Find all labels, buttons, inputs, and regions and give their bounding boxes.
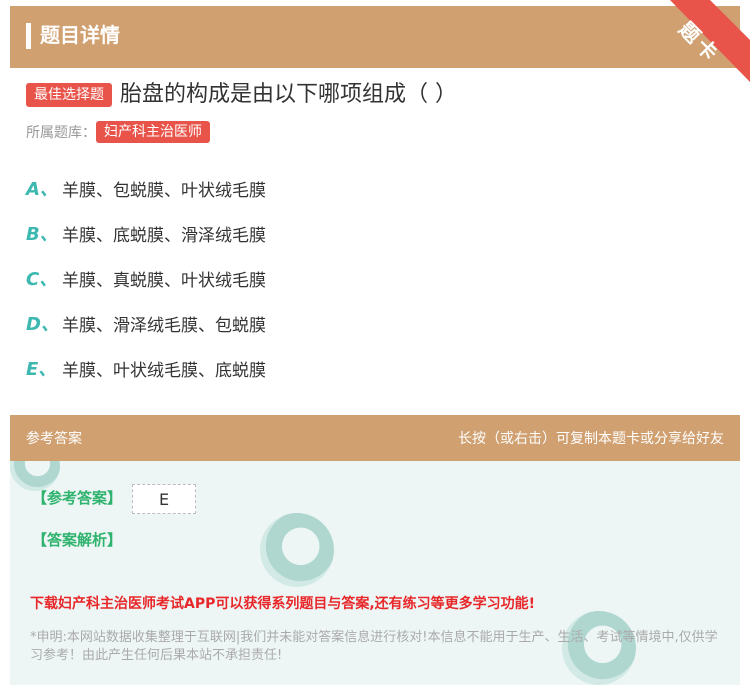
option-letter: E、 (26, 359, 57, 380)
option-text: 羊膜、底蜕膜、滑泽绒毛膜 (62, 225, 266, 246)
answer-value-box: E (132, 484, 196, 514)
option-text: 羊膜、真蜕膜、叶状绒毛膜 (62, 270, 266, 291)
share-hint: 长按（或右击）可复制本题卡或分享给好友 (458, 431, 724, 447)
option-b[interactable]: B、 羊膜、底蜕膜、滑泽绒毛膜 (26, 220, 266, 246)
answer-value: E (158, 489, 170, 509)
answer-section-title: 参考答案 (26, 431, 82, 447)
option-text: 羊膜、叶状绒毛膜、底蜕膜 (62, 360, 266, 381)
option-text: 羊膜、滑泽绒毛膜、包蜕膜 (62, 315, 266, 336)
question-text: 胎盘的构成是由以下哪项组成（ ） (120, 82, 457, 107)
disclaimer-text: *申明:本网站数据收集整理于互联网|我们并未能对答案信息进行核对!本信息不能用于… (30, 630, 718, 663)
option-c[interactable]: C、 羊膜、真蜕膜、叶状绒毛膜 (26, 265, 266, 291)
option-a[interactable]: A、 羊膜、包蜕膜、叶状绒毛膜 (26, 175, 266, 201)
answer-section-body: 【参考答案】 E 【答案解析】 下载妇产科主治医师考试APP可以获得系列题目与答… (10, 461, 740, 685)
app-promo-link[interactable]: 下载妇产科主治医师考试APP可以获得系列题目与答案,还有练习等更多学习功能! (30, 593, 535, 613)
option-d[interactable]: D、 羊膜、滑泽绒毛膜、包蜕膜 (26, 310, 266, 336)
answer-section-header: 参考答案 长按（或右击）可复制本题卡或分享给好友 (10, 415, 740, 461)
question-row: 最佳选择题 胎盘的构成是由以下哪项组成（ ） (26, 80, 457, 110)
watermark-logo (260, 513, 334, 587)
question-type-tag: 最佳选择题 (26, 83, 112, 107)
bank-label: 所属题库： (26, 125, 96, 141)
option-e[interactable]: E、 羊膜、叶状绒毛膜、底蜕膜 (26, 355, 266, 381)
option-letter: A、 (26, 179, 58, 200)
header-accent-bar (26, 23, 31, 49)
bank-name-tag[interactable]: 妇产科主治医师 (96, 121, 210, 143)
question-bank-row: 所属题库： 妇产科主治医师 (26, 120, 210, 144)
page-title: 题目详情 (40, 23, 120, 47)
option-letter: D、 (26, 314, 59, 335)
option-letter: B、 (26, 224, 58, 245)
option-text: 羊膜、包蜕膜、叶状绒毛膜 (62, 180, 266, 201)
analysis-label: 【答案解析】 (32, 531, 123, 549)
answer-label: 【参考答案】 (32, 489, 123, 507)
option-letter: C、 (26, 269, 58, 290)
